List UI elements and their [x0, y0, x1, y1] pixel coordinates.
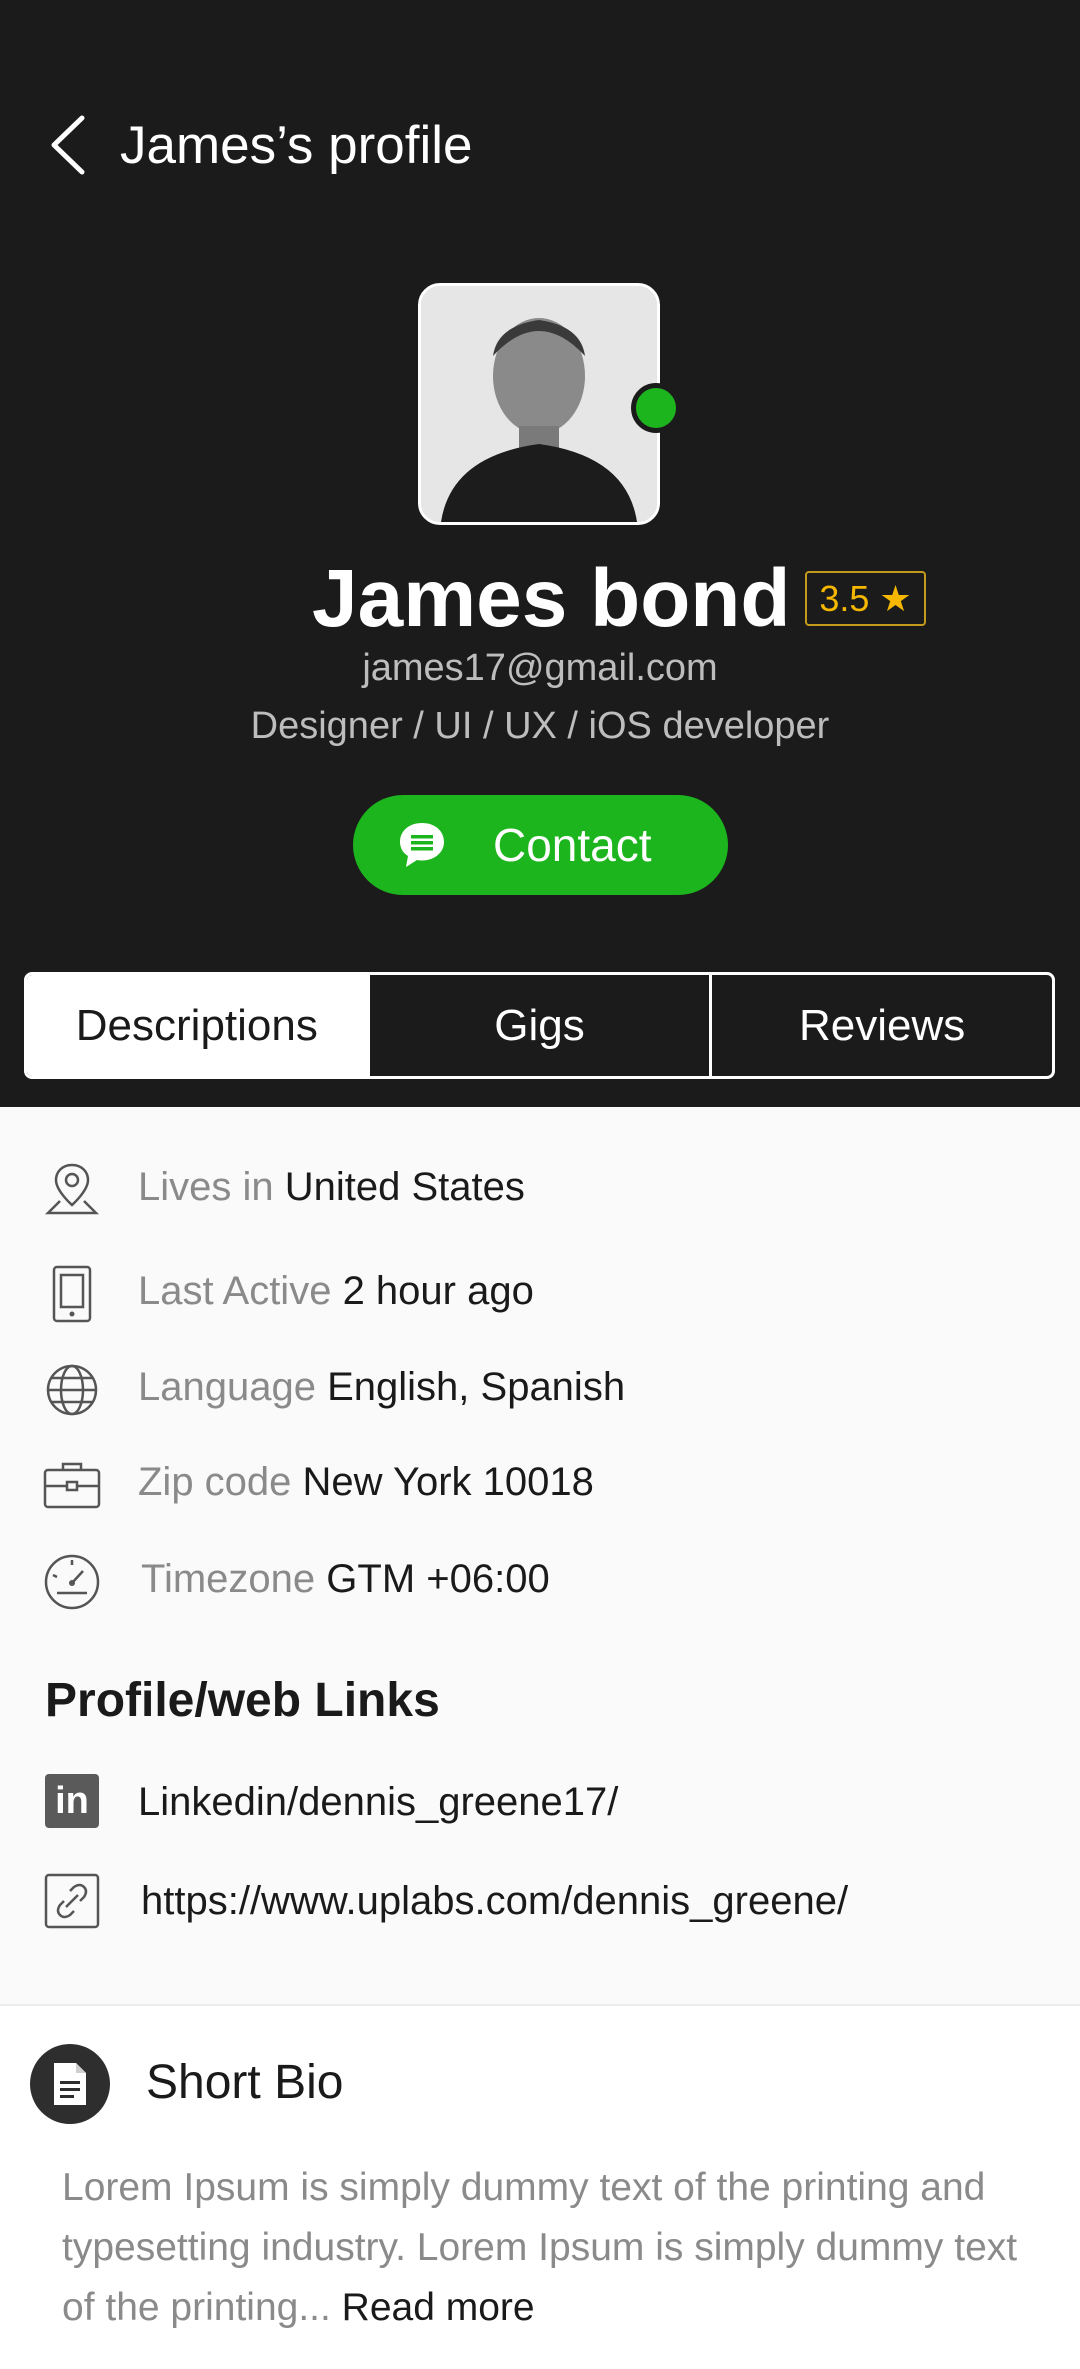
detail-text-language: Language English, Spanish — [138, 1365, 625, 1410]
short-bio-section: Short Bio Lorem Ipsum is simply dummy te… — [0, 2004, 1080, 2369]
detail-text-location: Lives in United States — [138, 1165, 525, 1210]
detail-row-timezone: Timezone GTM +06:00 — [0, 1547, 1080, 1617]
phone-icon — [42, 1264, 102, 1324]
tab-gigs[interactable]: Gigs — [366, 975, 710, 1076]
star-icon: ★ — [879, 577, 912, 619]
globe-icon — [42, 1360, 102, 1420]
detail-row-zip: Zip code New York 10018 — [0, 1450, 1080, 1520]
detail-row-last-active: Last Active 2 hour ago — [0, 1259, 1080, 1329]
briefcase-icon — [42, 1455, 102, 1515]
avatar-portrait — [421, 286, 657, 522]
detail-value: GTM +06:00 — [326, 1557, 550, 1601]
contact-label: Contact — [493, 819, 652, 871]
back-button[interactable] — [38, 112, 98, 178]
rating-badge: 3.5 ★ — [805, 571, 926, 626]
detail-label: Lives in — [138, 1165, 274, 1209]
top-bar: James’s profile — [0, 100, 1080, 190]
tab-bar: Descriptions Gigs Reviews — [24, 972, 1055, 1079]
speedometer-icon — [42, 1552, 102, 1612]
bio-text: Lorem Ipsum is simply dummy text of the … — [62, 2158, 1042, 2338]
location-pin-icon — [42, 1160, 102, 1220]
online-status-dot — [631, 383, 681, 433]
detail-label: Last Active — [138, 1269, 332, 1313]
tab-reviews[interactable]: Reviews — [709, 975, 1052, 1076]
avatar-container — [418, 283, 681, 525]
page-title: James’s profile — [120, 116, 473, 175]
detail-text-timezone: Timezone GTM +06:00 — [141, 1557, 550, 1602]
linkedin-icon: in — [45, 1774, 99, 1828]
profile-role: Designer / UI / UX / iOS developer — [250, 705, 830, 747]
chat-icon — [400, 823, 444, 867]
detail-value: 2 hour ago — [342, 1269, 534, 1313]
avatar[interactable] — [418, 283, 660, 525]
profile-name: James bond — [312, 553, 791, 644]
detail-text-zip: Zip code New York 10018 — [138, 1460, 594, 1505]
tab-descriptions[interactable]: Descriptions — [27, 975, 367, 1076]
read-more-link[interactable]: Read more — [342, 2286, 535, 2329]
detail-row-language: Language English, Spanish — [0, 1355, 1080, 1425]
detail-value: United States — [284, 1165, 525, 1209]
detail-text-last-active: Last Active 2 hour ago — [138, 1269, 534, 1314]
bio-title: Short Bio — [146, 2056, 344, 2109]
links-section-title: Profile/web Links — [45, 1674, 440, 1727]
detail-value: New York 10018 — [302, 1460, 594, 1504]
linkedin-link[interactable]: Linkedin/dennis_greene17/ — [138, 1776, 618, 1828]
document-icon — [30, 2044, 110, 2124]
detail-label: Zip code — [138, 1460, 292, 1504]
detail-row-location: Lives in United States — [0, 1155, 1080, 1225]
link-icon — [44, 1873, 100, 1929]
profile-email: james17@gmail.com — [362, 647, 718, 689]
website-link[interactable]: https://www.uplabs.com/dennis_greene/ — [141, 1875, 848, 1927]
detail-value: English, Spanish — [327, 1365, 626, 1409]
detail-label: Language — [138, 1365, 316, 1409]
chevron-left-icon — [51, 115, 85, 175]
detail-label: Timezone — [141, 1557, 316, 1601]
bio-body: Lorem Ipsum is simply dummy text of the … — [62, 2166, 1018, 2329]
contact-button[interactable]: Contact — [353, 795, 728, 895]
profile-header: James’s profile James bond 3.5 ★ james17… — [0, 0, 1080, 1107]
rating-value: 3.5 — [819, 577, 870, 619]
